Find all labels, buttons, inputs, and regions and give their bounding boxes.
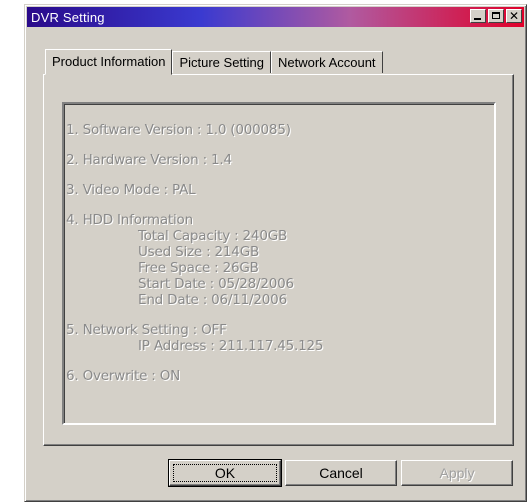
hdd-start-date-text: Start Date : 05/28/2006 (138, 276, 294, 292)
dvr-setting-dialog: DVR Setting ✕ Product Information Pictur… (24, 4, 527, 502)
product-information-panel: 1. Software Version : 1.0 (000085) 2. Ha… (43, 74, 514, 446)
hdd-free-space-text: Free Space : 26GB (138, 260, 259, 276)
info-group-box: 1. Software Version : 1.0 (000085) 2. Ha… (62, 102, 496, 425)
software-version-text: 1. Software Version : 1.0 (000085) (66, 122, 291, 138)
window-title: DVR Setting (31, 9, 105, 25)
network-setting-text: 5. Network Setting : OFF (66, 322, 227, 338)
apply-button[interactable]: Apply (401, 460, 513, 486)
window-controls: ✕ (470, 9, 522, 23)
ok-button[interactable]: OK (168, 459, 282, 487)
focus-rectangle (173, 464, 277, 482)
hdd-total-capacity-text: Total Capacity : 240GB (138, 228, 288, 244)
title-bar[interactable]: DVR Setting ✕ (27, 7, 524, 27)
apply-button-label: Apply (439, 465, 475, 481)
hdd-information-heading: 4. HDD Information (66, 212, 193, 228)
video-mode-text: 3. Video Mode : PAL (66, 182, 196, 198)
cancel-button[interactable]: Cancel (285, 460, 397, 486)
tab-picture-setting[interactable]: Picture Setting (172, 51, 271, 73)
minimize-icon (474, 18, 481, 20)
hdd-end-date-text: End Date : 06/11/2006 (138, 292, 287, 308)
maximize-button[interactable] (488, 9, 504, 23)
ip-address-text: IP Address : 211.117.45.125 (138, 338, 324, 354)
hdd-used-size-text: Used Size : 214GB (138, 244, 260, 260)
close-button[interactable]: ✕ (506, 9, 522, 23)
overwrite-text: 6. Overwrite : ON (66, 368, 181, 384)
tab-strip: Product Information Picture Setting Netw… (45, 49, 383, 75)
tab-product-information[interactable]: Product Information (45, 49, 173, 75)
tab-network-account[interactable]: Network Account (271, 51, 383, 73)
maximize-icon (492, 12, 500, 19)
minimize-button[interactable] (470, 9, 486, 23)
close-icon: ✕ (509, 9, 520, 23)
cancel-button-label: Cancel (319, 465, 363, 481)
hardware-version-text: 2. Hardware Version : 1.4 (66, 152, 232, 168)
